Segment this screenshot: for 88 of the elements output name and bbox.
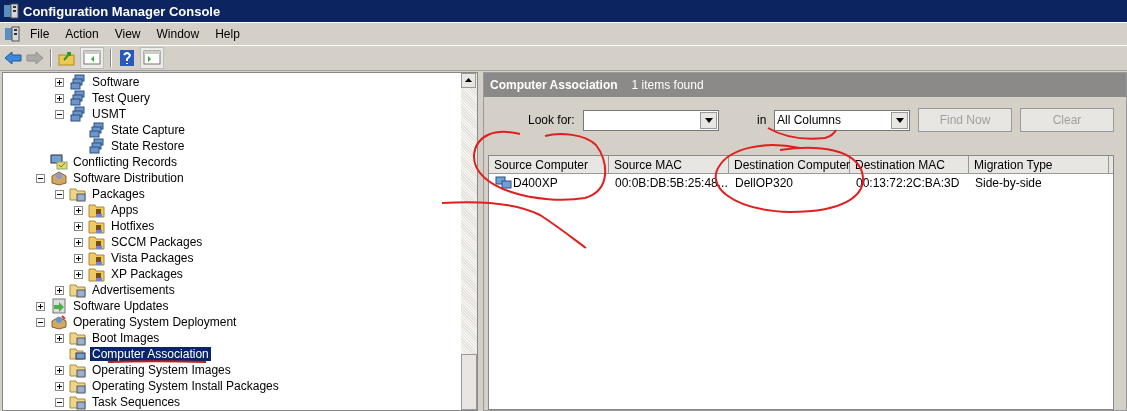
deployment-icon — [50, 314, 68, 330]
scroll-thumb[interactable] — [461, 354, 477, 410]
servers-icon — [69, 106, 87, 122]
server-icon — [3, 3, 19, 19]
scrollbar[interactable] — [461, 73, 477, 410]
package-folder-icon — [88, 202, 106, 218]
results-count: 1 items found — [631, 78, 704, 92]
expander-toggle[interactable] — [55, 93, 64, 103]
menu-item[interactable]: File — [20, 27, 58, 41]
tree-item[interactable]: Boot Images — [90, 331, 162, 345]
tree-item[interactable]: USMT — [90, 107, 128, 121]
menu-item[interactable]: View — [106, 27, 149, 41]
expander-toggle[interactable] — [36, 317, 45, 327]
help-icon[interactable] — [118, 49, 136, 67]
folder-icon — [69, 330, 87, 346]
tree-item[interactable]: Apps — [109, 203, 141, 217]
tree-item[interactable]: Operating System Install Packages — [90, 379, 281, 393]
tree-item[interactable]: XP Packages — [109, 267, 185, 281]
table-cell: DellOP320 — [735, 176, 794, 190]
look-for-field[interactable] — [583, 109, 719, 131]
tree-item[interactable]: Test Query — [90, 91, 153, 105]
column-header[interactable]: Source Computer — [489, 156, 609, 173]
annotation-stroke — [767, 127, 837, 140]
package-folder-icon — [88, 266, 106, 282]
table-cell: D400XP — [513, 176, 558, 190]
package-folder-icon — [88, 218, 106, 234]
in-label: in — [757, 113, 768, 127]
expander-toggle[interactable] — [55, 77, 64, 87]
package-folder-icon — [88, 234, 106, 250]
folder-icon — [69, 362, 87, 378]
tree-item[interactable]: Operating System Images — [90, 363, 233, 377]
menu-item[interactable]: Help — [207, 27, 248, 41]
scroll-up-icon[interactable] — [461, 73, 476, 88]
tree-item[interactable]: Software — [90, 75, 142, 89]
window-title: Configuration Manager Console — [23, 3, 221, 19]
computer-folder-icon — [69, 346, 87, 362]
expander-toggle[interactable] — [74, 221, 83, 231]
folder-icon — [69, 282, 87, 298]
table-cell: Side-by-side — [975, 176, 1042, 190]
column-header[interactable]: Destination Computer — [729, 156, 850, 173]
servers-icon — [69, 90, 87, 106]
tree-item[interactable]: Conflicting Records — [71, 155, 180, 169]
tree-item[interactable]: Vista Packages — [109, 251, 196, 265]
column-header[interactable]: Migration Type — [969, 156, 1109, 173]
package-folder-icon — [88, 250, 106, 266]
menu-item[interactable]: Window — [148, 27, 208, 41]
servers-icon — [69, 74, 87, 90]
tree-item[interactable]: Packages — [90, 187, 147, 201]
computer-conflict-icon — [50, 154, 68, 170]
expander-toggle[interactable] — [36, 301, 45, 311]
package-box-icon — [50, 170, 68, 186]
tree-item[interactable]: Software Distribution — [71, 171, 186, 185]
tree-item[interactable]: Task Sequences — [90, 395, 183, 409]
folder-icon — [69, 186, 87, 202]
caret-icon[interactable] — [895, 117, 904, 123]
tree-item[interactable]: State Restore — [109, 139, 187, 153]
computers-icon — [495, 176, 513, 190]
tree-item[interactable]: Operating System Deployment — [71, 315, 239, 329]
look-for-label: Look for: — [528, 113, 576, 127]
columns-dropdown[interactable]: All Columns — [774, 109, 910, 131]
tree-item[interactable]: Advertisements — [90, 283, 177, 297]
expander-toggle[interactable] — [55, 109, 64, 119]
column-header[interactable]: Source MAC — [609, 156, 729, 173]
expander-toggle[interactable] — [55, 365, 64, 375]
caret-icon[interactable] — [704, 117, 713, 123]
expander-toggle[interactable] — [74, 205, 83, 215]
expander-toggle[interactable] — [55, 285, 64, 295]
server-icon[interactable] — [4, 26, 20, 42]
expander-toggle[interactable] — [55, 381, 64, 391]
expander-toggle[interactable] — [55, 397, 64, 407]
expander-toggle[interactable] — [55, 333, 64, 343]
expander-toggle[interactable] — [36, 173, 45, 183]
folder-icon — [69, 394, 87, 410]
expander-toggle[interactable] — [55, 189, 64, 199]
tree-item[interactable]: Computer Association — [90, 347, 211, 361]
tree-item[interactable]: State Capture — [109, 123, 188, 137]
servers-icon — [88, 138, 106, 154]
results-title: Computer Association — [490, 78, 618, 92]
servers-icon — [88, 122, 106, 138]
expander-toggle[interactable] — [74, 253, 83, 263]
tree-item[interactable]: Software Updates — [71, 299, 171, 313]
tree-item[interactable]: SCCM Packages — [109, 235, 205, 249]
expander-toggle[interactable] — [74, 237, 83, 247]
tree-item[interactable]: Hotfixes — [109, 219, 157, 233]
back-arrow-icon[interactable] — [4, 50, 22, 66]
expander-toggle[interactable] — [74, 269, 83, 279]
menu-item[interactable]: Action — [57, 27, 107, 41]
folder-icon — [69, 378, 87, 394]
